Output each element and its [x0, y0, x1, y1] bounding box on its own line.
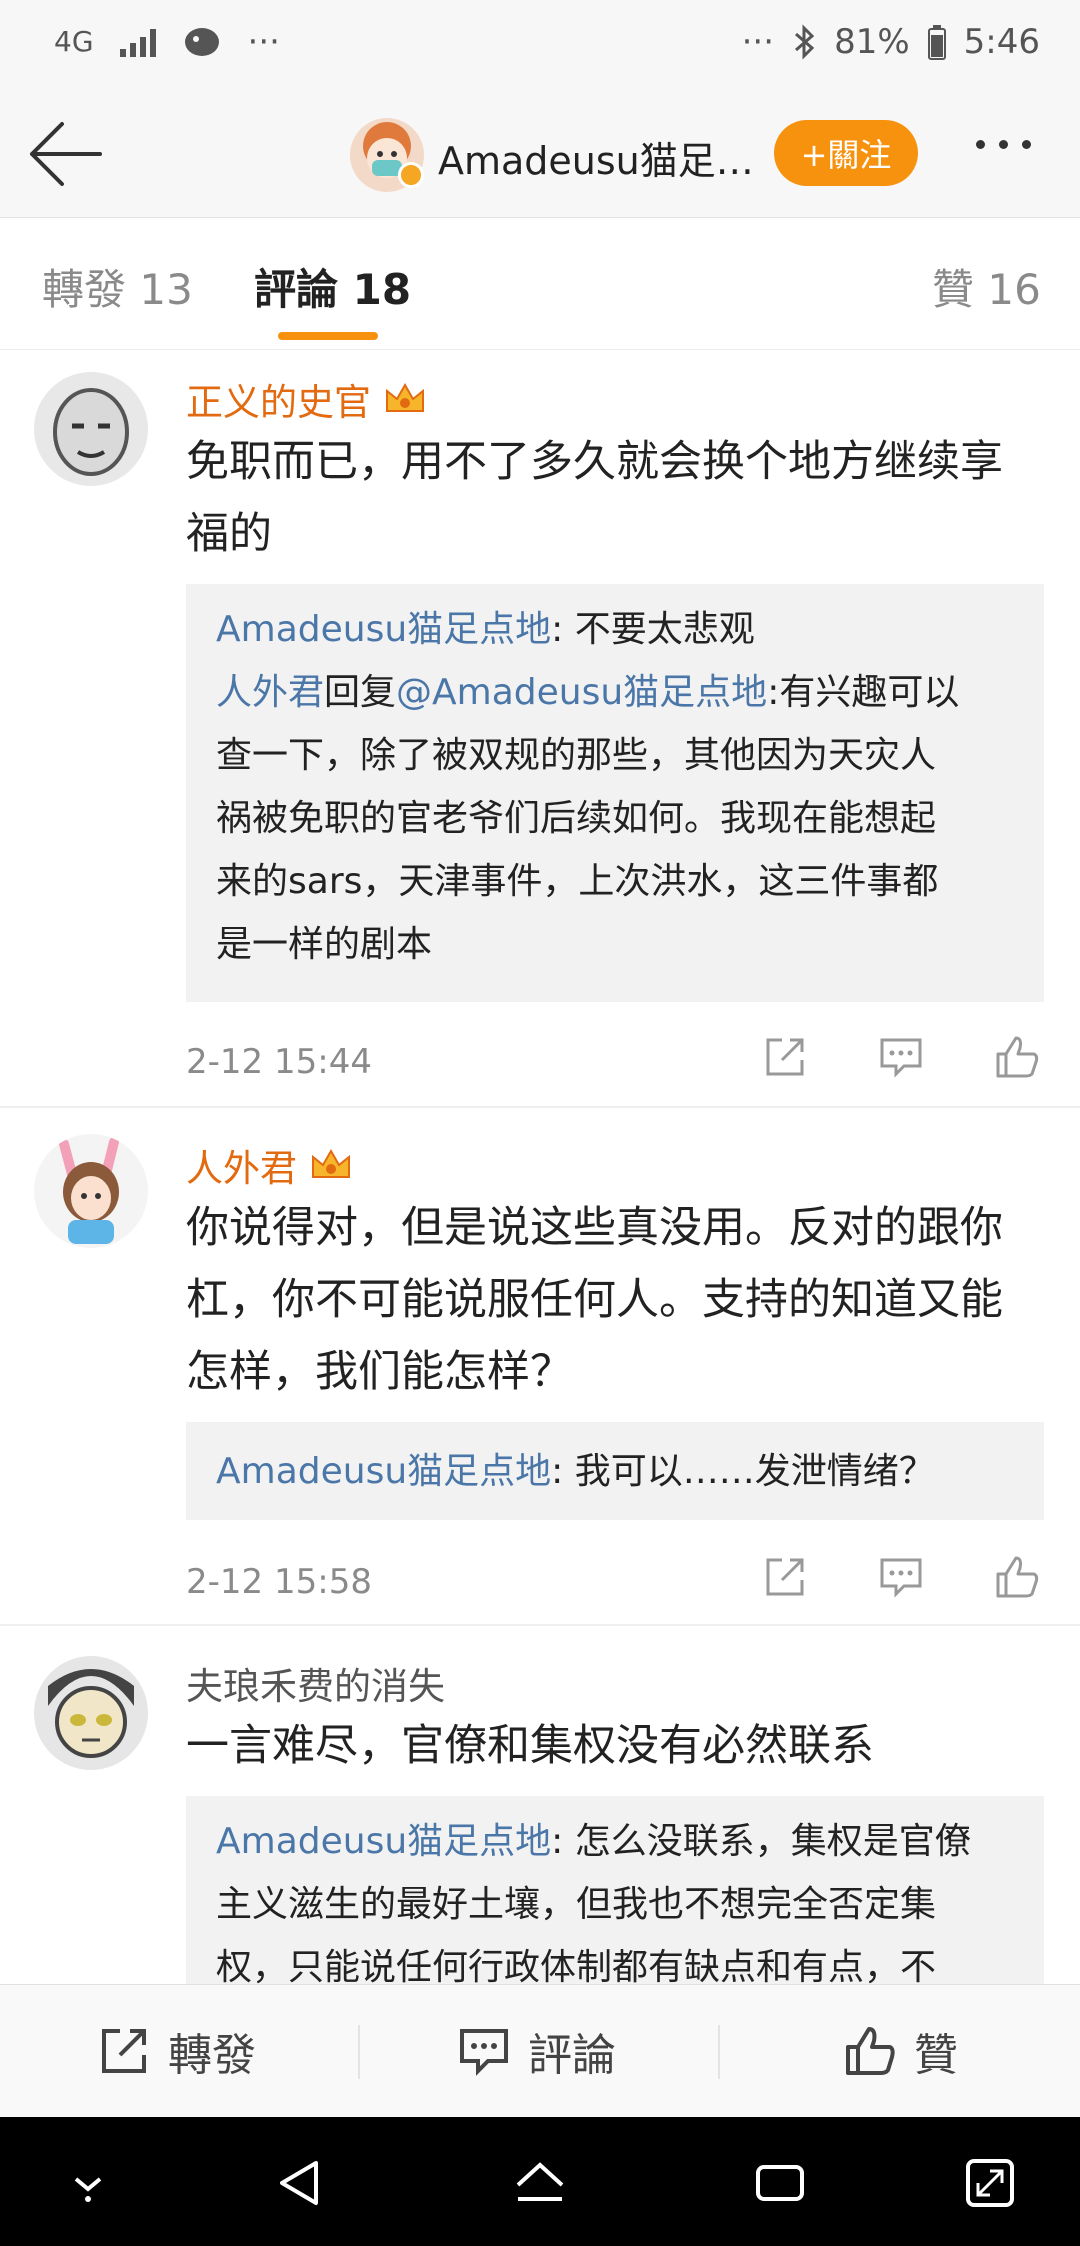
comment-time: 2-12 15:44: [186, 1042, 372, 1082]
reply-box[interactable]: Amadeusu猫足点地: 我可以……发泄情绪？: [186, 1422, 1044, 1520]
reply-item: 人外君回复@Amadeusu猫足点地:有兴趣可以: [216, 672, 960, 713]
comment-item: 正义的史官 免职而已，用不了多久就会换个地方继续享 福的 Amadeusu猫足点…: [0, 350, 1080, 1108]
crown-icon: [312, 1148, 350, 1178]
back-arrow-icon[interactable]: [26, 116, 106, 192]
comment-item: 夫琅禾费的消失 一言难尽，官僚和集权没有必然联系 Amadeusu猫足点地: 怎…: [0, 1626, 1080, 1984]
tab-reposts[interactable]: 轉發 13: [42, 256, 193, 317]
reply-box[interactable]: Amadeusu猫足点地: 不要太悲观 人外君回复@Amadeusu猫足点地:有…: [186, 584, 1044, 1002]
battery-percent: 81%: [834, 22, 910, 62]
repost-button[interactable]: 轉發: [98, 2019, 256, 2083]
commenter-avatar[interactable]: [34, 1134, 148, 1248]
top-nav-bar: Amadeusu猫足… +關注: [0, 90, 1080, 218]
share-icon: [102, 2029, 146, 2073]
comment-icon: [460, 2029, 508, 2076]
bluetooth-icon: [795, 24, 815, 60]
crown-icon: [386, 382, 424, 412]
clock: 5:46: [963, 22, 1040, 62]
home-icon[interactable]: [512, 2155, 568, 2211]
comment-item: 人外君 你说得对，但是说这些真没用。反对的跟你 杠，你不可能说服任何人。支持的知…: [0, 1108, 1080, 1626]
reply-item: Amadeusu猫足点地: 怎么没联系，集权是官僚: [216, 1821, 971, 1862]
thumbs-up-icon: [846, 2027, 895, 2075]
like-button[interactable]: 贊: [844, 2019, 958, 2083]
share-icon[interactable]: [762, 1034, 808, 1080]
commenter-name[interactable]: 人外君: [186, 1138, 353, 1192]
commenter-avatar[interactable]: [34, 372, 148, 486]
more-dots-icon[interactable]: [976, 140, 1031, 149]
reply-author[interactable]: Amadeusu猫足点地: [216, 609, 551, 650]
follow-button[interactable]: +關注: [774, 120, 918, 186]
comment-actions: [762, 1034, 1040, 1080]
comment-actions: [762, 1554, 1040, 1600]
comment-text: 你说得对，但是说这些真没用。反对的跟你 杠，你不可能说服任何人。支持的知道又能 …: [186, 1203, 1003, 1397]
reply-box[interactable]: Amadeusu猫足点地: 怎么没联系，集权是官僚 主义滋生的最好土壤，但我也不…: [186, 1796, 1044, 1984]
commenter-name[interactable]: 正义的史官: [186, 372, 427, 426]
bar-separator: [718, 2025, 720, 2079]
tab-bar: 轉發 13 評論 18 贊 16: [0, 218, 1080, 350]
app-notification-icon: [184, 28, 219, 56]
back-nav-icon[interactable]: [272, 2155, 328, 2211]
comment-icon[interactable]: [878, 1554, 924, 1600]
reply-item: Amadeusu猫足点地: 我可以……发泄情绪？: [216, 1451, 935, 1492]
comment-time: 2-12 15:58: [186, 1562, 372, 1602]
signal-icon: [119, 27, 156, 57]
network-type: 4G: [54, 25, 94, 58]
comment-icon[interactable]: [878, 1034, 924, 1080]
comment-text: 免职而已，用不了多久就会换个地方继续享 福的: [186, 437, 1003, 559]
tab-likes[interactable]: 贊 16: [932, 256, 1041, 317]
thumbs-up-icon[interactable]: [994, 1034, 1040, 1080]
commenter-name[interactable]: 夫琅禾费的消失: [186, 1656, 445, 1710]
active-tab-indicator: [278, 332, 378, 340]
reply-author[interactable]: Amadeusu猫足点地: [216, 1451, 551, 1492]
author-name[interactable]: Amadeusu猫足…: [438, 130, 754, 185]
battery-icon: [927, 25, 946, 60]
status-bar: 4G ··· ··· 81% 5:46: [0, 0, 1080, 90]
bottom-action-bar: 轉發 評論 贊: [0, 1984, 1080, 2117]
thumbs-up-icon[interactable]: [994, 1554, 1040, 1600]
recent-apps-icon[interactable]: [752, 2155, 808, 2211]
tab-comments[interactable]: 評論 18: [254, 256, 411, 317]
system-nav-bar: [0, 2117, 1080, 2246]
reply-mention[interactable]: @Amadeusu猫足点地: [396, 672, 767, 713]
more-status: ···: [741, 22, 775, 62]
bar-separator: [358, 2025, 360, 2079]
more-notifications: ···: [247, 22, 280, 62]
comment-button[interactable]: 評論: [458, 2019, 616, 2083]
share-icon[interactable]: [762, 1554, 808, 1600]
reply-author[interactable]: 人外君: [216, 672, 324, 713]
comment-text: 一言难尽，官僚和集权没有必然联系: [186, 1721, 874, 1771]
reply-item: Amadeusu猫足点地: 不要太悲观: [216, 609, 755, 650]
reply-author[interactable]: Amadeusu猫足点地: [216, 1821, 551, 1862]
verified-icon: [398, 162, 424, 188]
commenter-avatar[interactable]: [34, 1656, 148, 1770]
expand-icon[interactable]: [962, 2155, 1018, 2211]
chevron-down-icon[interactable]: [60, 2155, 116, 2211]
